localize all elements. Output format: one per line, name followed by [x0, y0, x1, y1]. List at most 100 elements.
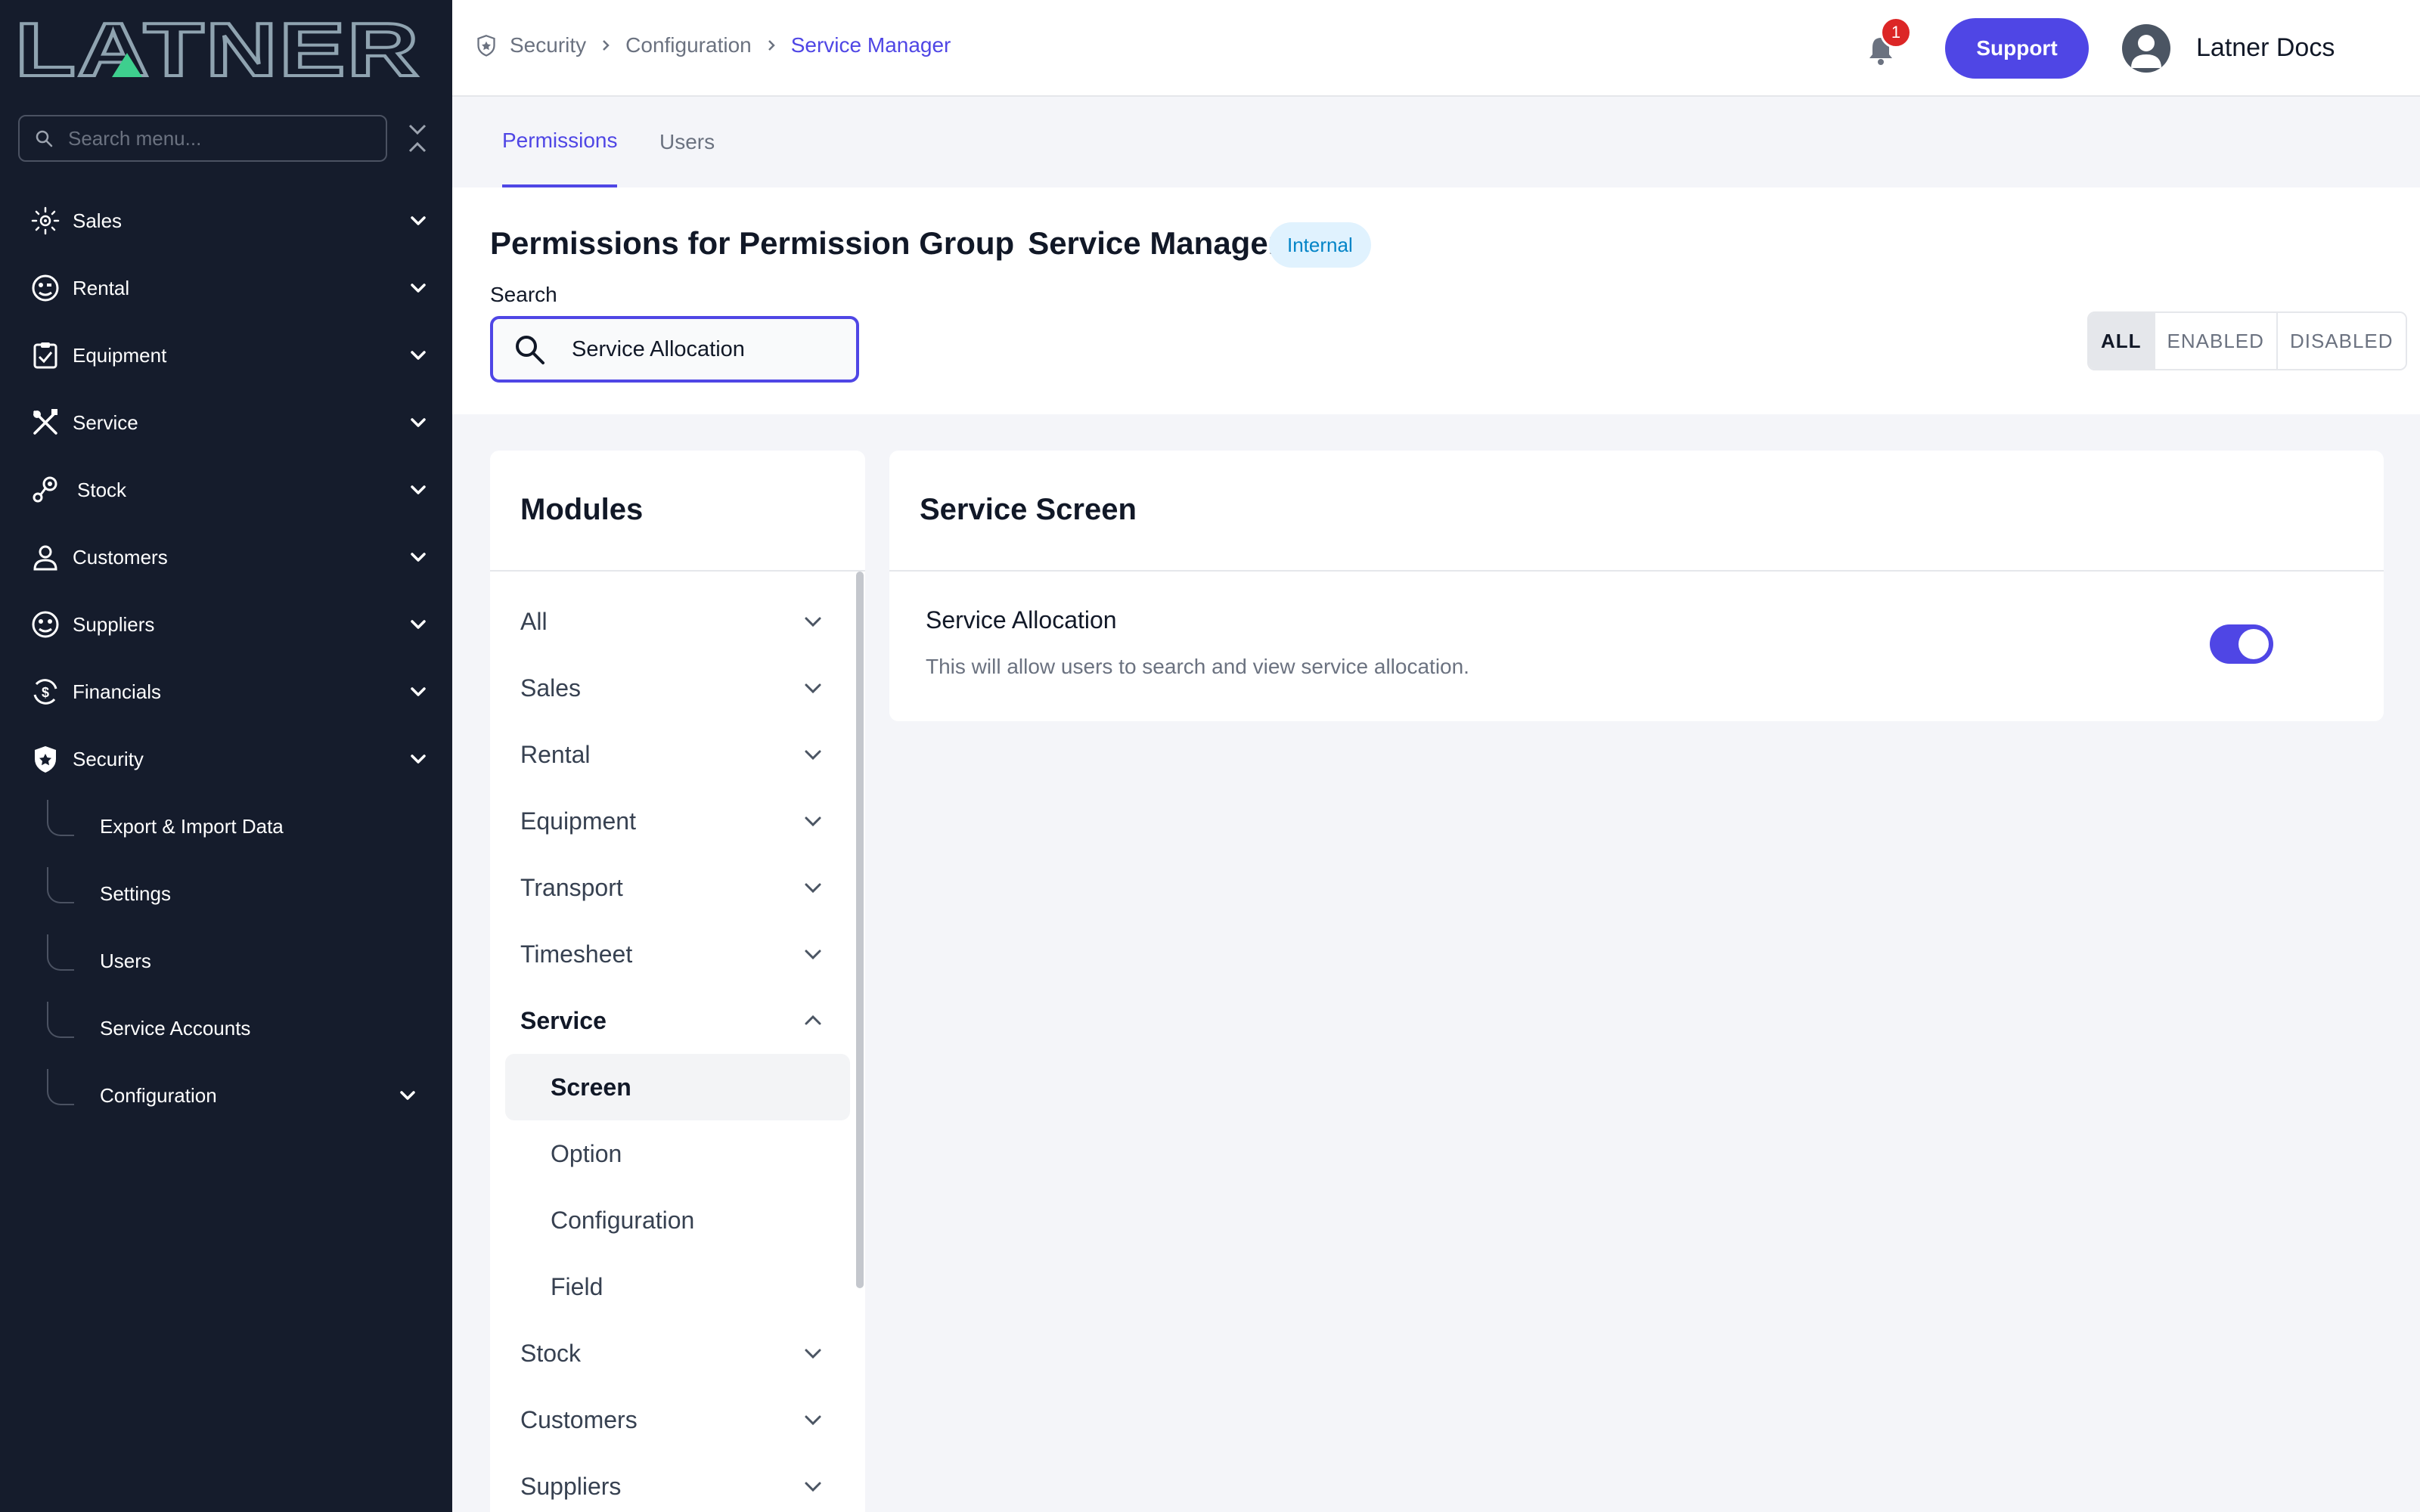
- breadcrumb: Security Configuration Service Manager: [475, 33, 951, 57]
- modules-panel: Modules All Sales Rental Equipment Trans…: [490, 451, 865, 1512]
- svg-text:$: $: [42, 685, 49, 700]
- chevron-down-icon: [400, 1091, 415, 1100]
- sidebar-subitem-label: Configuration: [100, 1083, 217, 1107]
- page-title-prefix: Permissions for Permission Group: [490, 225, 1015, 261]
- shield-icon: [29, 742, 62, 776]
- sidebar-item-label: Rental: [73, 276, 130, 299]
- module-label: Customers: [520, 1405, 638, 1433]
- sidebar-item-service[interactable]: Service: [0, 396, 452, 449]
- sidebar-item-label: Customers: [73, 545, 168, 569]
- sidebar-subitem-service-accounts[interactable]: Service Accounts: [47, 1002, 440, 1055]
- rental-icon: [29, 271, 62, 305]
- internal-badge: Internal: [1269, 222, 1371, 268]
- chevron-down-icon: [805, 950, 821, 960]
- stock-icon: [29, 473, 62, 507]
- modules-title: Modules: [520, 493, 644, 526]
- chevron-down-icon: [805, 683, 821, 694]
- module-subitem-screen[interactable]: Screen: [505, 1054, 850, 1120]
- permissions-panel: Service Screen Service Allocation This w…: [889, 451, 2384, 721]
- sidebar-item-security[interactable]: Security: [0, 733, 452, 785]
- sidebar-subitem-label: Service Accounts: [100, 1016, 251, 1040]
- sidebar-item-label: Equipment: [73, 343, 167, 367]
- sidebar-item-stock[interactable]: Stock: [0, 463, 452, 516]
- chevron-down-icon: [411, 351, 426, 360]
- scrollbar-thumb[interactable]: [856, 572, 864, 1288]
- tab-permissions[interactable]: Permissions: [502, 97, 618, 187]
- chevron-right-icon: [603, 40, 610, 51]
- chevron-down-icon: [411, 216, 426, 225]
- module-label: Timesheet: [520, 940, 633, 968]
- chevron-down-icon: [805, 1349, 821, 1359]
- module-label: Equipment: [520, 807, 636, 835]
- sidebar-item-label: Financials: [73, 680, 162, 703]
- sidebar-subitem-export-import[interactable]: Export & Import Data: [47, 800, 440, 853]
- permission-toggle[interactable]: [2210, 624, 2273, 664]
- sidebar-item-label: Stock: [77, 478, 127, 501]
- permission-search-input[interactable]: Service Allocation: [490, 316, 859, 383]
- sidebar-subitem-configuration[interactable]: Configuration: [47, 1069, 440, 1122]
- chevron-down-icon: [805, 750, 821, 761]
- tab-users[interactable]: Users: [659, 97, 715, 187]
- breadcrumb-configuration[interactable]: Configuration: [625, 33, 752, 57]
- search-icon: [516, 336, 544, 364]
- module-item-equipment[interactable]: Equipment: [490, 788, 861, 854]
- chevron-down-icon: [411, 485, 426, 494]
- menu-search-input[interactable]: Search menu...: [18, 115, 387, 162]
- sidebar-subitem-label: Users: [100, 949, 151, 972]
- module-item-sales[interactable]: Sales: [490, 655, 861, 721]
- modules-scrollbar[interactable]: [852, 572, 865, 1512]
- module-subitem-configuration[interactable]: Configuration: [505, 1187, 850, 1253]
- module-item-service[interactable]: Service: [490, 987, 861, 1054]
- sidebar-item-sales[interactable]: Sales: [0, 194, 452, 247]
- tree-connector: [47, 1069, 74, 1105]
- sidebar-item-suppliers[interactable]: Suppliers: [0, 598, 452, 651]
- sidebar-item-label: Security: [73, 747, 144, 770]
- module-item-all[interactable]: All: [490, 588, 861, 655]
- module-label: Rental: [520, 740, 591, 768]
- module-item-customers[interactable]: Customers: [490, 1387, 861, 1453]
- sidebar-item-financials[interactable]: $ Financials: [0, 665, 452, 718]
- module-label: Service: [520, 1006, 607, 1034]
- module-subitem-label: Option: [551, 1139, 622, 1167]
- user-name[interactable]: Latner Docs: [2196, 33, 2335, 63]
- chevron-down-icon: [411, 687, 426, 696]
- sidebar-subitem-users[interactable]: Users: [47, 934, 440, 987]
- support-button[interactable]: Support: [1945, 18, 2089, 79]
- latner-logo[interactable]: LATNER: [15, 17, 424, 82]
- filter-disabled-button[interactable]: DISABLED: [2277, 313, 2406, 369]
- module-subitem-label: Field: [551, 1272, 603, 1300]
- sidebar-subitem-settings[interactable]: Settings: [47, 867, 440, 920]
- filter-toggle-group: ALL ENABLED DISABLED: [2087, 311, 2407, 370]
- tree-connector: [47, 934, 74, 971]
- module-subitem-option[interactable]: Option: [505, 1120, 850, 1187]
- chevron-down-icon: [805, 1482, 821, 1492]
- permission-group-name: Service Manager: [1028, 225, 1281, 261]
- module-item-transport[interactable]: Transport: [490, 854, 861, 921]
- collapse-all-icon[interactable]: [405, 122, 430, 154]
- module-item-timesheet[interactable]: Timesheet: [490, 921, 861, 987]
- module-label: Stock: [520, 1339, 582, 1367]
- module-item-rental[interactable]: Rental: [490, 721, 861, 788]
- search-value: Service Allocation: [572, 336, 745, 361]
- sidebar-item-equipment[interactable]: Equipment: [0, 329, 452, 382]
- sidebar-item-rental[interactable]: Rental: [0, 262, 452, 314]
- search-icon: [36, 130, 53, 147]
- filter-enabled-button[interactable]: ENABLED: [2155, 313, 2278, 369]
- customers-icon: [29, 541, 62, 574]
- title-section: Permissions for Permission Group Service…: [452, 187, 2420, 414]
- module-item-suppliers[interactable]: Suppliers: [490, 1453, 861, 1512]
- equipment-icon: [29, 339, 62, 372]
- filter-all-button[interactable]: ALL: [2089, 313, 2155, 369]
- shield-icon: [477, 35, 495, 57]
- module-item-stock[interactable]: Stock: [490, 1320, 861, 1387]
- sidebar-item-customers[interactable]: Customers: [0, 531, 452, 584]
- permissions-panel-header: Service Screen: [889, 451, 2384, 572]
- chevron-right-icon: [768, 40, 775, 51]
- modules-header: Modules: [490, 451, 865, 572]
- module-subitem-field[interactable]: Field: [505, 1253, 850, 1320]
- module-subitem-label: Configuration: [551, 1206, 695, 1234]
- avatar[interactable]: [2122, 24, 2170, 73]
- breadcrumb-security[interactable]: Security: [510, 33, 586, 57]
- breadcrumb-service-manager: Service Manager: [790, 33, 951, 57]
- sidebar: LATNER Search menu... Sales Rental Equip…: [0, 0, 452, 1512]
